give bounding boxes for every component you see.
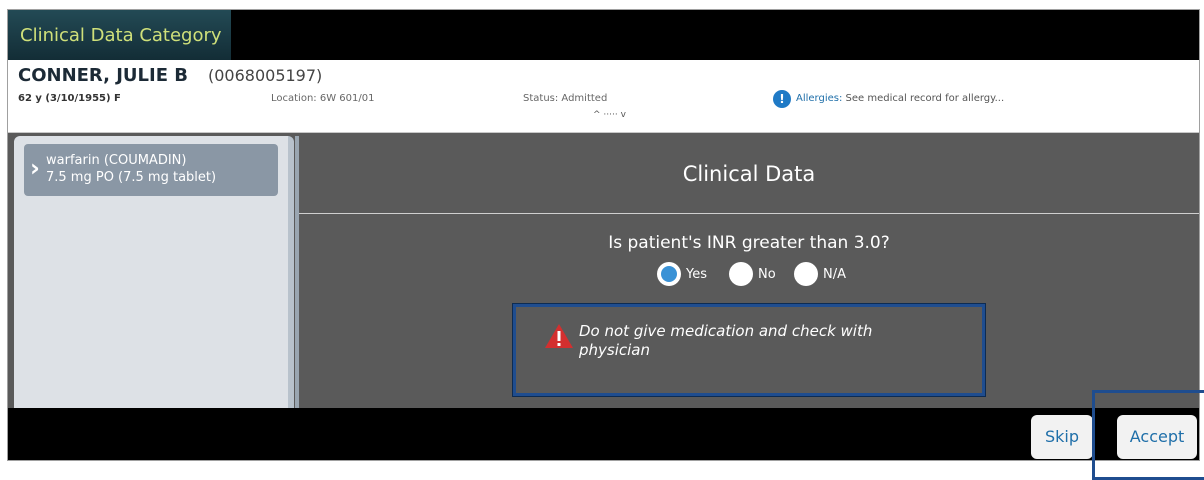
option-label-no: No [758, 267, 776, 282]
skip-button[interactable]: Skip [1031, 415, 1093, 459]
expand-banner-toggle[interactable]: ^ ····· v [593, 110, 626, 120]
medication-item[interactable]: › warfarin (COUMADIN) 7.5 mg PO (7.5 mg … [24, 144, 278, 196]
patient-location: Location: 6W 601/01 [271, 93, 375, 104]
allergies-label: Allergies: [796, 93, 843, 104]
window-title: Clinical Data Category [20, 25, 222, 46]
medication-name: warfarin (COUMADIN) [46, 153, 187, 168]
info-icon: ! [773, 90, 791, 108]
divider [299, 213, 1199, 214]
medication-list-panel: › warfarin (COUMADIN) 7.5 mg PO (7.5 mg … [14, 136, 294, 416]
patient-demographics: 62 y (3/10/1955) F [18, 93, 121, 104]
option-label-na: N/A [823, 267, 846, 282]
radio-no[interactable] [729, 262, 753, 286]
inr-question: Is patient's INR greater than 3.0? [608, 233, 890, 253]
allergies-text: See medical record for allergy... [845, 93, 1005, 104]
title-tab: Clinical Data Category [8, 10, 231, 60]
warning-text: Do not give medication and check with ph… [579, 322, 873, 359]
accept-highlight [1092, 390, 1204, 480]
radio-yes[interactable] [657, 262, 681, 286]
title-bar: Clinical Data Category [8, 10, 1199, 60]
medication-dose: 7.5 mg PO (7.5 mg tablet) [46, 170, 217, 185]
option-label-yes: Yes [686, 267, 707, 282]
clinical-data-title: Clinical Data [682, 162, 816, 186]
patient-status: Status: Admitted [523, 93, 608, 104]
footer-bar: Skip Accept [8, 408, 1199, 460]
patient-mrn: (0068005197) [208, 66, 323, 85]
warning-box: Do not give medication and check with ph… [513, 304, 985, 396]
app-window: Clinical Data Category CONNER, JULIE B (… [7, 9, 1200, 461]
chevron-right-icon: › [30, 154, 40, 182]
allergies[interactable]: Allergies: See medical record for allerg… [796, 93, 1004, 104]
radio-na[interactable] [794, 262, 818, 286]
patient-banner: CONNER, JULIE B (0068005197) 62 y (3/10/… [8, 60, 1199, 133]
warning-icon [545, 324, 573, 348]
patient-name: CONNER, JULIE B [18, 65, 188, 86]
clinical-data-panel: Clinical Data Is patient's INR greater t… [299, 136, 1199, 416]
